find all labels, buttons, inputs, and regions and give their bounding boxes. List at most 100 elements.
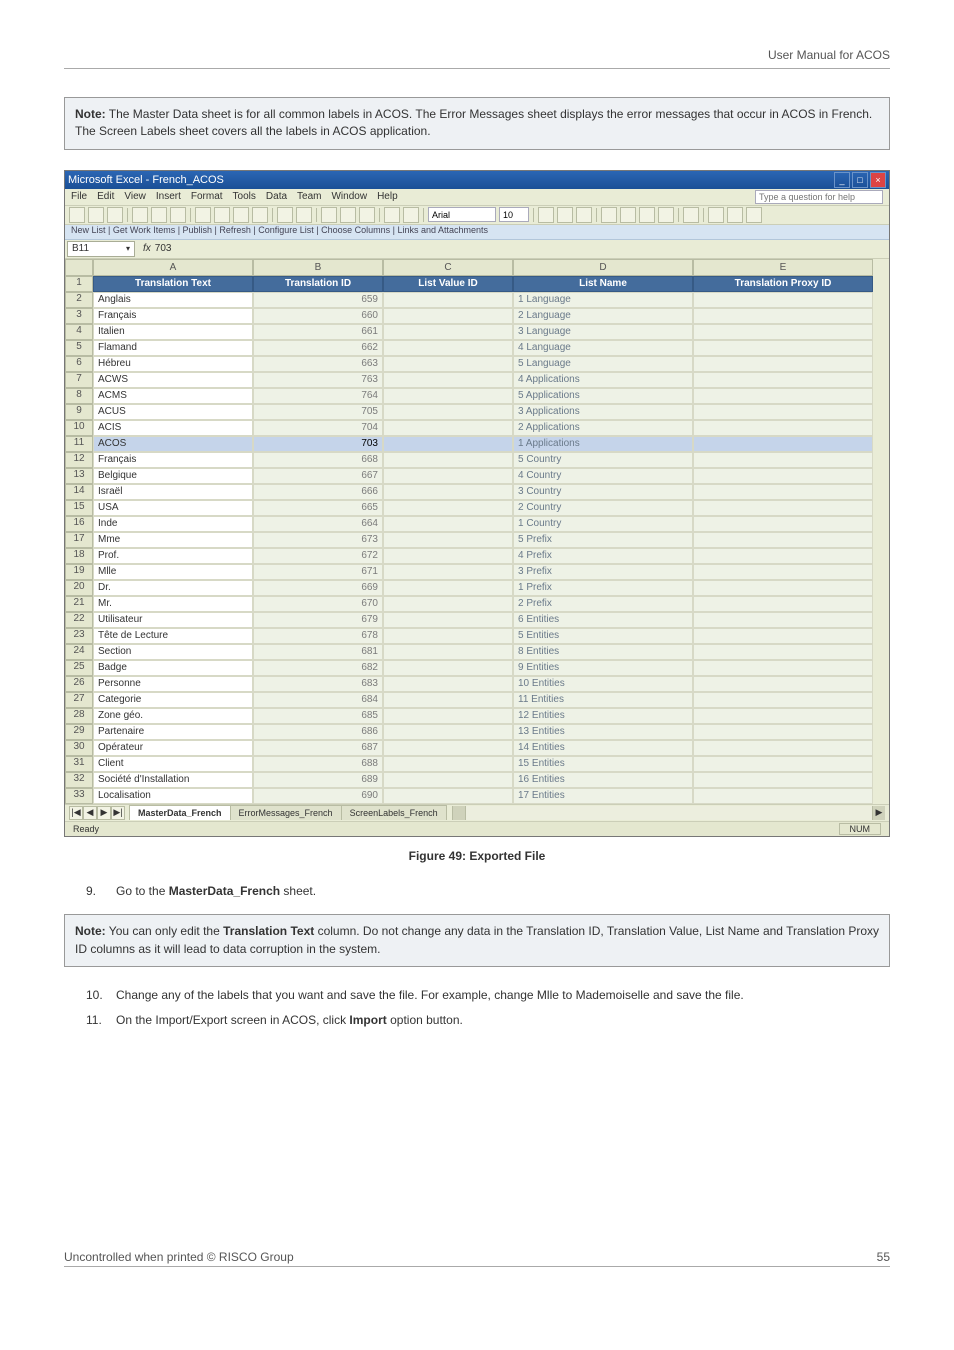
table-cell[interactable]: 683 <box>253 676 383 692</box>
menu-team[interactable]: Team <box>297 191 321 202</box>
table-cell[interactable]: 12 Entities <box>513 708 693 724</box>
scrollbar-thumb[interactable] <box>453 806 466 820</box>
row-header[interactable]: 9 <box>65 404 93 420</box>
paste-icon[interactable] <box>233 207 249 223</box>
row-header[interactable]: 29 <box>65 724 93 740</box>
table-cell[interactable]: ACIS <box>93 420 253 436</box>
spell-icon[interactable] <box>170 207 186 223</box>
table-cell[interactable] <box>383 724 513 740</box>
table-cell[interactable] <box>693 692 873 708</box>
row-header[interactable]: 4 <box>65 324 93 340</box>
table-cell[interactable]: ACUS <box>93 404 253 420</box>
table-cell[interactable] <box>693 452 873 468</box>
table-cell[interactable] <box>693 516 873 532</box>
row-header[interactable]: 11 <box>65 436 93 452</box>
table-cell[interactable] <box>383 676 513 692</box>
row-header[interactable]: 18 <box>65 548 93 564</box>
menu-view[interactable]: View <box>124 191 146 202</box>
table-cell[interactable]: 671 <box>253 564 383 580</box>
table-cell[interactable] <box>383 372 513 388</box>
menu-format[interactable]: Format <box>191 191 223 202</box>
menu-file[interactable]: File <box>71 191 87 202</box>
table-cell[interactable] <box>693 372 873 388</box>
row-header[interactable]: 10 <box>65 420 93 436</box>
table-cell[interactable] <box>383 500 513 516</box>
column-header[interactable]: C <box>383 259 513 276</box>
row-header[interactable]: 30 <box>65 740 93 756</box>
table-cell[interactable]: ACWS <box>93 372 253 388</box>
table-cell[interactable] <box>383 788 513 804</box>
table-header-cell[interactable]: Translation Text <box>93 276 253 292</box>
row-header[interactable]: 1 <box>65 276 93 292</box>
table-cell[interactable]: 3 Country <box>513 484 693 500</box>
table-cell[interactable]: 664 <box>253 516 383 532</box>
row-header[interactable]: 14 <box>65 484 93 500</box>
table-cell[interactable]: 681 <box>253 644 383 660</box>
table-cell[interactable] <box>693 420 873 436</box>
table-cell[interactable] <box>383 612 513 628</box>
merge-icon[interactable] <box>658 207 674 223</box>
table-cell[interactable] <box>693 468 873 484</box>
row-header[interactable]: 20 <box>65 580 93 596</box>
table-cell[interactable] <box>693 292 873 308</box>
scroll-right-icon[interactable]: ▶ <box>872 806 885 820</box>
table-cell[interactable]: 13 Entities <box>513 724 693 740</box>
row-header[interactable]: 32 <box>65 772 93 788</box>
font-color-icon[interactable] <box>746 207 762 223</box>
formula-value[interactable]: 703 <box>155 243 172 254</box>
table-cell[interactable] <box>383 772 513 788</box>
table-cell[interactable]: 5 Applications <box>513 388 693 404</box>
table-cell[interactable]: ACMS <box>93 388 253 404</box>
row-header[interactable]: 2 <box>65 292 93 308</box>
font-size-input[interactable] <box>499 207 529 222</box>
tab-nav-prev-icon[interactable]: ◀ <box>83 806 97 820</box>
table-cell[interactable] <box>693 644 873 660</box>
sheet-tab-masterdata[interactable]: MasterData_French <box>129 805 231 820</box>
table-cell[interactable]: 686 <box>253 724 383 740</box>
table-cell[interactable]: 4 Country <box>513 468 693 484</box>
table-cell[interactable] <box>383 420 513 436</box>
row-header[interactable]: 19 <box>65 564 93 580</box>
table-cell[interactable]: 9 Entities <box>513 660 693 676</box>
table-cell[interactable] <box>693 388 873 404</box>
table-cell[interactable] <box>693 484 873 500</box>
cut-icon[interactable] <box>195 207 211 223</box>
table-cell[interactable]: 5 Entities <box>513 628 693 644</box>
table-cell[interactable]: 704 <box>253 420 383 436</box>
table-header-cell[interactable]: Translation ID <box>253 276 383 292</box>
minimize-icon[interactable]: _ <box>834 172 850 188</box>
table-cell[interactable]: 17 Entities <box>513 788 693 804</box>
table-cell[interactable]: Personne <box>93 676 253 692</box>
table-cell[interactable] <box>383 356 513 372</box>
font-name-input[interactable] <box>428 207 496 222</box>
column-header[interactable]: A <box>93 259 253 276</box>
name-box[interactable]: B11▾ <box>67 241 135 257</box>
table-cell[interactable] <box>383 292 513 308</box>
row-header[interactable]: 22 <box>65 612 93 628</box>
table-cell[interactable]: Section <box>93 644 253 660</box>
table-cell[interactable] <box>693 532 873 548</box>
sheet-tab-errormessages[interactable]: ErrorMessages_French <box>230 805 342 820</box>
table-cell[interactable]: 660 <box>253 308 383 324</box>
table-cell[interactable] <box>383 580 513 596</box>
format-painter-icon[interactable] <box>252 207 268 223</box>
table-cell[interactable]: ACOS <box>93 436 253 452</box>
table-cell[interactable]: 5 Country <box>513 452 693 468</box>
close-icon[interactable]: × <box>870 172 886 188</box>
table-cell[interactable]: 4 Prefix <box>513 548 693 564</box>
save-icon[interactable] <box>107 207 123 223</box>
table-cell[interactable]: 688 <box>253 756 383 772</box>
new-icon[interactable] <box>69 207 85 223</box>
table-cell[interactable]: Mlle <box>93 564 253 580</box>
sort-icon[interactable] <box>359 207 375 223</box>
table-cell[interactable] <box>383 708 513 724</box>
help-icon[interactable] <box>403 207 419 223</box>
table-cell[interactable] <box>693 788 873 804</box>
row-header[interactable]: 28 <box>65 708 93 724</box>
table-header-cell[interactable]: List Value ID <box>383 276 513 292</box>
table-cell[interactable] <box>383 692 513 708</box>
table-cell[interactable]: 689 <box>253 772 383 788</box>
table-cell[interactable]: Categorie <box>93 692 253 708</box>
table-cell[interactable] <box>693 772 873 788</box>
table-header-cell[interactable]: List Name <box>513 276 693 292</box>
